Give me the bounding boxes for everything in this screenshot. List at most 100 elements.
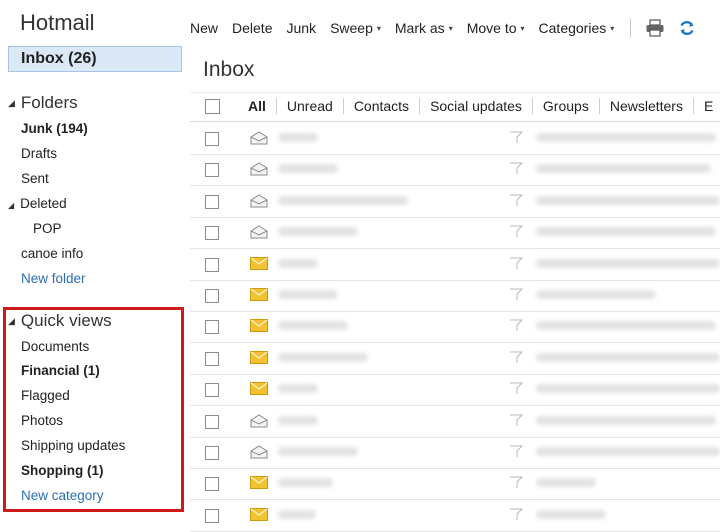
collapse-triangle-icon: ◢	[8, 201, 15, 210]
open-envelope-icon	[250, 162, 268, 176]
row-checkbox[interactable]	[205, 163, 219, 178]
refresh-icon[interactable]	[677, 18, 697, 38]
table-row[interactable]	[190, 280, 720, 312]
table-row[interactable]	[190, 468, 720, 501]
redacted-subject	[536, 133, 716, 142]
print-icon[interactable]	[645, 18, 665, 38]
open-envelope-icon	[250, 445, 268, 459]
row-checkbox[interactable]	[205, 446, 219, 460]
row-checkbox[interactable]	[205, 477, 219, 492]
quick-views-highlight-box	[3, 307, 184, 512]
redacted-subject	[536, 352, 720, 362]
sidebar-item-sent[interactable]: Sent	[21, 171, 49, 186]
sidebar-item-drafts[interactable]: Drafts	[21, 146, 57, 161]
flag-icon[interactable]	[508, 506, 524, 522]
closed-envelope-icon	[250, 288, 268, 302]
redacted-sender	[278, 164, 338, 174]
filter-groups[interactable]: Groups	[531, 98, 599, 114]
dropdown-arrow-icon: ▾	[520, 23, 525, 33]
collapse-triangle-icon: ◢	[8, 97, 15, 108]
filter-more[interactable]: E	[692, 98, 720, 114]
row-checkbox[interactable]	[205, 383, 219, 398]
row-checkbox[interactable]	[205, 257, 219, 272]
table-row[interactable]	[190, 123, 720, 155]
move-to-button[interactable]: Move to ▾	[467, 20, 525, 36]
table-row[interactable]	[190, 374, 720, 407]
row-checkbox[interactable]	[205, 132, 219, 146]
row-checkbox[interactable]	[205, 351, 219, 366]
junk-button[interactable]: Junk	[286, 20, 316, 36]
redacted-subject	[536, 321, 716, 331]
redacted-sender	[278, 321, 348, 331]
table-row[interactable]	[190, 343, 720, 375]
sidebar-item-pop[interactable]: POP	[33, 221, 62, 236]
table-row[interactable]	[190, 249, 720, 281]
redacted-subject	[536, 415, 716, 425]
closed-envelope-icon	[250, 350, 268, 365]
table-row[interactable]	[190, 217, 720, 250]
row-checkbox[interactable]	[205, 320, 219, 335]
flag-icon[interactable]	[508, 286, 524, 302]
filter-contacts[interactable]: Contacts	[342, 98, 419, 114]
toolbar-divider	[630, 19, 632, 37]
closed-envelope-icon	[250, 382, 268, 396]
flag-icon[interactable]	[508, 192, 524, 208]
categories-button[interactable]: Categories ▾	[539, 20, 615, 36]
flag-icon[interactable]	[508, 349, 524, 365]
row-checkbox[interactable]	[205, 194, 219, 209]
sidebar-item-deleted[interactable]: ◢ Deleted	[8, 196, 67, 211]
flag-icon[interactable]	[508, 474, 524, 490]
sidebar-item-junk[interactable]: Junk (194)	[21, 121, 88, 136]
row-checkbox[interactable]	[205, 226, 219, 241]
flag-icon[interactable]	[508, 129, 524, 145]
flag-icon[interactable]	[508, 443, 524, 459]
sidebar-item-inbox[interactable]: Inbox (26)	[8, 46, 182, 72]
toolbar: New Delete Junk Sweep ▾ Mark as ▾ Move to ▾…	[190, 17, 709, 39]
filter-newsletters[interactable]: Newsletters	[598, 98, 693, 114]
filter-all[interactable]: All	[248, 98, 276, 114]
mark-as-button[interactable]: Mark as ▾	[395, 20, 453, 36]
redacted-sender	[278, 478, 333, 488]
filter-unread[interactable]: Unread	[275, 98, 343, 114]
dropdown-arrow-icon: ▾	[448, 23, 453, 33]
table-row[interactable]	[190, 500, 720, 532]
row-checkbox[interactable]	[205, 414, 219, 429]
flag-icon[interactable]	[508, 412, 524, 428]
redacted-sender	[278, 133, 318, 142]
redacted-sender	[278, 290, 338, 299]
page-title: Inbox	[203, 58, 255, 81]
flag-icon[interactable]	[508, 160, 524, 176]
redacted-sender	[278, 258, 318, 268]
redacted-sender	[278, 384, 318, 394]
dropdown-arrow-icon: ▾	[376, 23, 381, 33]
row-checkbox[interactable]	[205, 508, 219, 523]
table-row[interactable]	[190, 186, 720, 218]
folders-header[interactable]: ◢ Folders	[8, 93, 78, 113]
select-all-checkbox[interactable]	[205, 99, 220, 114]
redacted-sender	[278, 352, 368, 362]
flag-icon[interactable]	[508, 255, 524, 271]
redacted-sender	[278, 227, 358, 237]
sweep-button[interactable]: Sweep ▾	[330, 20, 381, 36]
redacted-subject	[536, 195, 720, 205]
table-row[interactable]	[190, 311, 720, 344]
open-envelope-icon	[250, 131, 268, 145]
new-folder-link[interactable]: New folder	[21, 271, 86, 286]
row-checkbox[interactable]	[205, 289, 219, 303]
open-envelope-icon	[250, 194, 268, 208]
closed-envelope-icon	[250, 256, 268, 271]
flag-icon[interactable]	[508, 380, 524, 396]
flag-icon[interactable]	[508, 317, 524, 333]
flag-icon[interactable]	[508, 223, 524, 239]
filter-social-updates[interactable]: Social updates	[419, 98, 532, 114]
table-row[interactable]	[190, 437, 720, 469]
redacted-sender	[278, 509, 316, 519]
redacted-subject	[536, 509, 606, 519]
table-row[interactable]	[190, 154, 720, 187]
new-button[interactable]: New	[190, 20, 218, 36]
table-row[interactable]	[190, 406, 720, 438]
sidebar-item-canoe-info[interactable]: canoe info	[21, 246, 83, 261]
closed-envelope-icon	[250, 476, 268, 490]
app-title: Hotmail	[20, 10, 95, 35]
delete-button[interactable]: Delete	[232, 20, 272, 36]
